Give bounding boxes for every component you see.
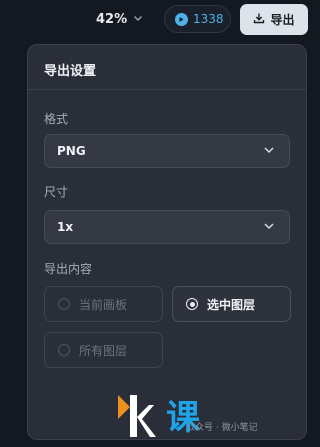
radio-icon [58,298,70,310]
radio-icon [58,344,70,356]
chevron-down-icon [263,220,275,235]
export-settings-panel: 导出设置 格式 PNG 尺寸 1x 导出内容 当前画板 选中图层 所有图层 [27,44,307,440]
content-label: 导出内容 [44,262,93,276]
download-icon [253,12,265,27]
size-select-value: 1x [57,220,74,234]
export-button[interactable]: 导出 [240,4,308,35]
panel-divider [28,89,306,90]
top-toolbar: 42% 1338 导出 [0,0,314,40]
format-select-value: PNG [57,144,86,158]
watermark-text: 公众号 · 微小笔记 [186,423,258,433]
zoom-value: 42% [96,11,128,27]
zoom-dropdown[interactable]: 42% [96,10,143,28]
option-label: 所有图层 [79,343,128,358]
size-select[interactable]: 1x [44,210,290,244]
credits-value: 1338 [193,12,224,26]
size-label: 尺寸 [44,185,69,199]
format-label: 格式 [44,112,69,126]
panel-title: 导出设置 [44,64,97,79]
option-label: 当前画板 [79,297,128,312]
option-all-layers[interactable]: 所有图层 [44,332,163,368]
radio-checked-icon [186,298,198,310]
format-select[interactable]: PNG [44,134,290,168]
chevron-down-icon [263,144,275,159]
option-label: 选中图层 [207,297,256,312]
chevron-down-icon [133,13,143,26]
credits-icon [175,12,188,26]
option-selected-layers[interactable]: 选中图层 [172,286,291,322]
export-button-label: 导出 [270,13,295,27]
watermark-logo: 课 [116,387,306,447]
credits-badge[interactable]: 1338 [164,5,231,33]
option-current-artboard[interactable]: 当前画板 [44,286,163,322]
